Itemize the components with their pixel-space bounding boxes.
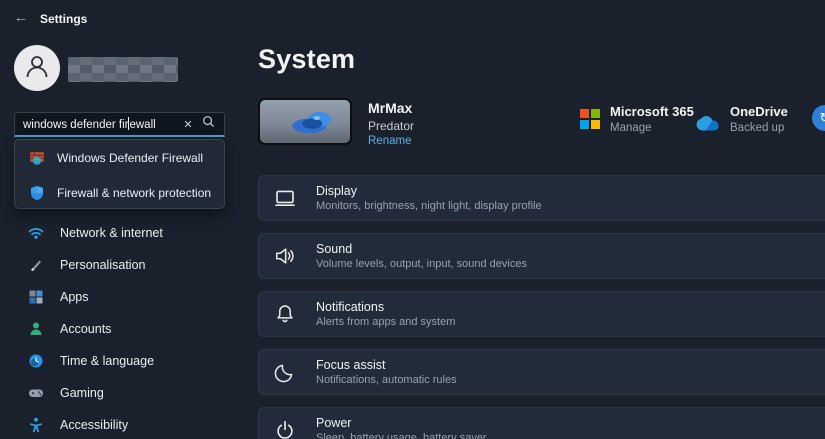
person-icon <box>28 321 44 337</box>
sidebar-item-label: Apps <box>60 290 89 304</box>
apps-grid-icon <box>28 289 44 305</box>
sidebar-item-accessibility[interactable]: Accessibility <box>0 409 240 439</box>
user-name-redacted <box>68 57 178 82</box>
settings-row-notifications[interactable]: Notifications Alerts from apps and syste… <box>258 291 825 337</box>
clock-globe-icon <box>28 353 44 369</box>
display-icon <box>274 187 296 209</box>
settings-row-focus-assist[interactable]: Focus assist Notifications, automatic ru… <box>258 349 825 395</box>
microsoft-logo <box>580 109 600 129</box>
settings-row-title: Display <box>316 184 542 198</box>
rename-link[interactable]: Rename <box>368 135 411 147</box>
speaker-icon <box>274 245 296 267</box>
moon-icon <box>274 361 296 383</box>
page-title: System <box>258 44 355 75</box>
security-shield-icon <box>29 185 45 201</box>
sidebar-item-label: Gaming <box>60 386 104 400</box>
onedrive-cloud-icon <box>694 112 724 131</box>
settings-row-title: Focus assist <box>316 358 457 372</box>
search-input-text: windows defender firewall <box>23 117 178 131</box>
person-avatar-icon <box>22 51 52 86</box>
window-title: Settings <box>40 12 87 26</box>
sidebar-item-network-internet[interactable]: Network & internet <box>0 217 240 249</box>
sidebar-item-time-language[interactable]: Time & language <box>0 345 240 377</box>
suggestion-firewall-network-protection[interactable]: Firewall & network protection <box>15 175 224 210</box>
microsoft365-label: Microsoft 365 <box>610 104 694 119</box>
search-suggestions-panel: Windows Defender Firewall Firewall & net… <box>14 139 225 209</box>
suggestion-windows-defender-firewall[interactable]: Windows Defender Firewall <box>15 140 224 175</box>
settings-row-title: Sound <box>316 242 527 256</box>
suggestion-label: Windows Defender Firewall <box>57 151 203 165</box>
settings-row-subtitle: Sleep, battery usage, battery saver <box>316 432 487 439</box>
microsoft365-manage-link[interactable]: Manage <box>610 122 652 134</box>
settings-row-subtitle: Notifications, automatic rules <box>316 374 457 386</box>
sidebar-item-accounts[interactable]: Accounts <box>0 313 240 345</box>
settings-row-sound[interactable]: Sound Volume levels, output, input, soun… <box>258 233 825 279</box>
sidebar-item-label: Accessibility <box>60 418 128 432</box>
device-name: MrMax <box>368 100 412 116</box>
search-input[interactable]: windows defender firewall ✕ <box>14 112 225 137</box>
controller-icon <box>28 385 44 401</box>
firewall-brick-icon <box>29 150 45 166</box>
settings-row-title: Power <box>316 416 487 430</box>
accessibility-person-icon <box>28 417 44 433</box>
sidebar-item-gaming[interactable]: Gaming <box>0 377 240 409</box>
settings-row-power[interactable]: Power Sleep, battery usage, battery save… <box>258 407 825 439</box>
bell-icon <box>274 303 296 325</box>
settings-row-subtitle: Alerts from apps and system <box>316 316 455 328</box>
sidebar-nav: Network & internet Personalisation Apps … <box>0 217 240 439</box>
sidebar-item-label: Network & internet <box>60 226 163 240</box>
search-icon[interactable] <box>198 115 218 133</box>
onedrive-status-link[interactable]: Backed up <box>730 122 784 134</box>
back-button[interactable]: ← <box>10 9 32 27</box>
power-icon <box>274 419 296 439</box>
suggestion-label: Firewall & network protection <box>57 186 211 200</box>
sidebar-item-apps[interactable]: Apps <box>0 281 240 313</box>
sidebar-item-label: Time & language <box>60 354 154 368</box>
sidebar-item-personalisation[interactable]: Personalisation <box>0 249 240 281</box>
settings-row-subtitle: Volume levels, output, input, sound devi… <box>316 258 527 270</box>
paintbrush-icon <box>28 257 44 273</box>
wifi-icon <box>28 225 44 241</box>
settings-row-subtitle: Monitors, brightness, night light, displ… <box>316 200 542 212</box>
onedrive-label: OneDrive <box>730 104 788 119</box>
clear-search-icon[interactable]: ✕ <box>178 118 198 131</box>
windows-update-icon[interactable]: ↻ <box>812 105 825 131</box>
user-avatar[interactable] <box>14 45 60 91</box>
sidebar-item-label: Personalisation <box>60 258 145 272</box>
settings-row-display[interactable]: Display Monitors, brightness, night ligh… <box>258 175 825 221</box>
sidebar-item-label: Accounts <box>60 322 111 336</box>
device-model: Predator <box>368 119 414 133</box>
device-wallpaper-thumbnail <box>258 98 352 145</box>
settings-row-title: Notifications <box>316 300 455 314</box>
